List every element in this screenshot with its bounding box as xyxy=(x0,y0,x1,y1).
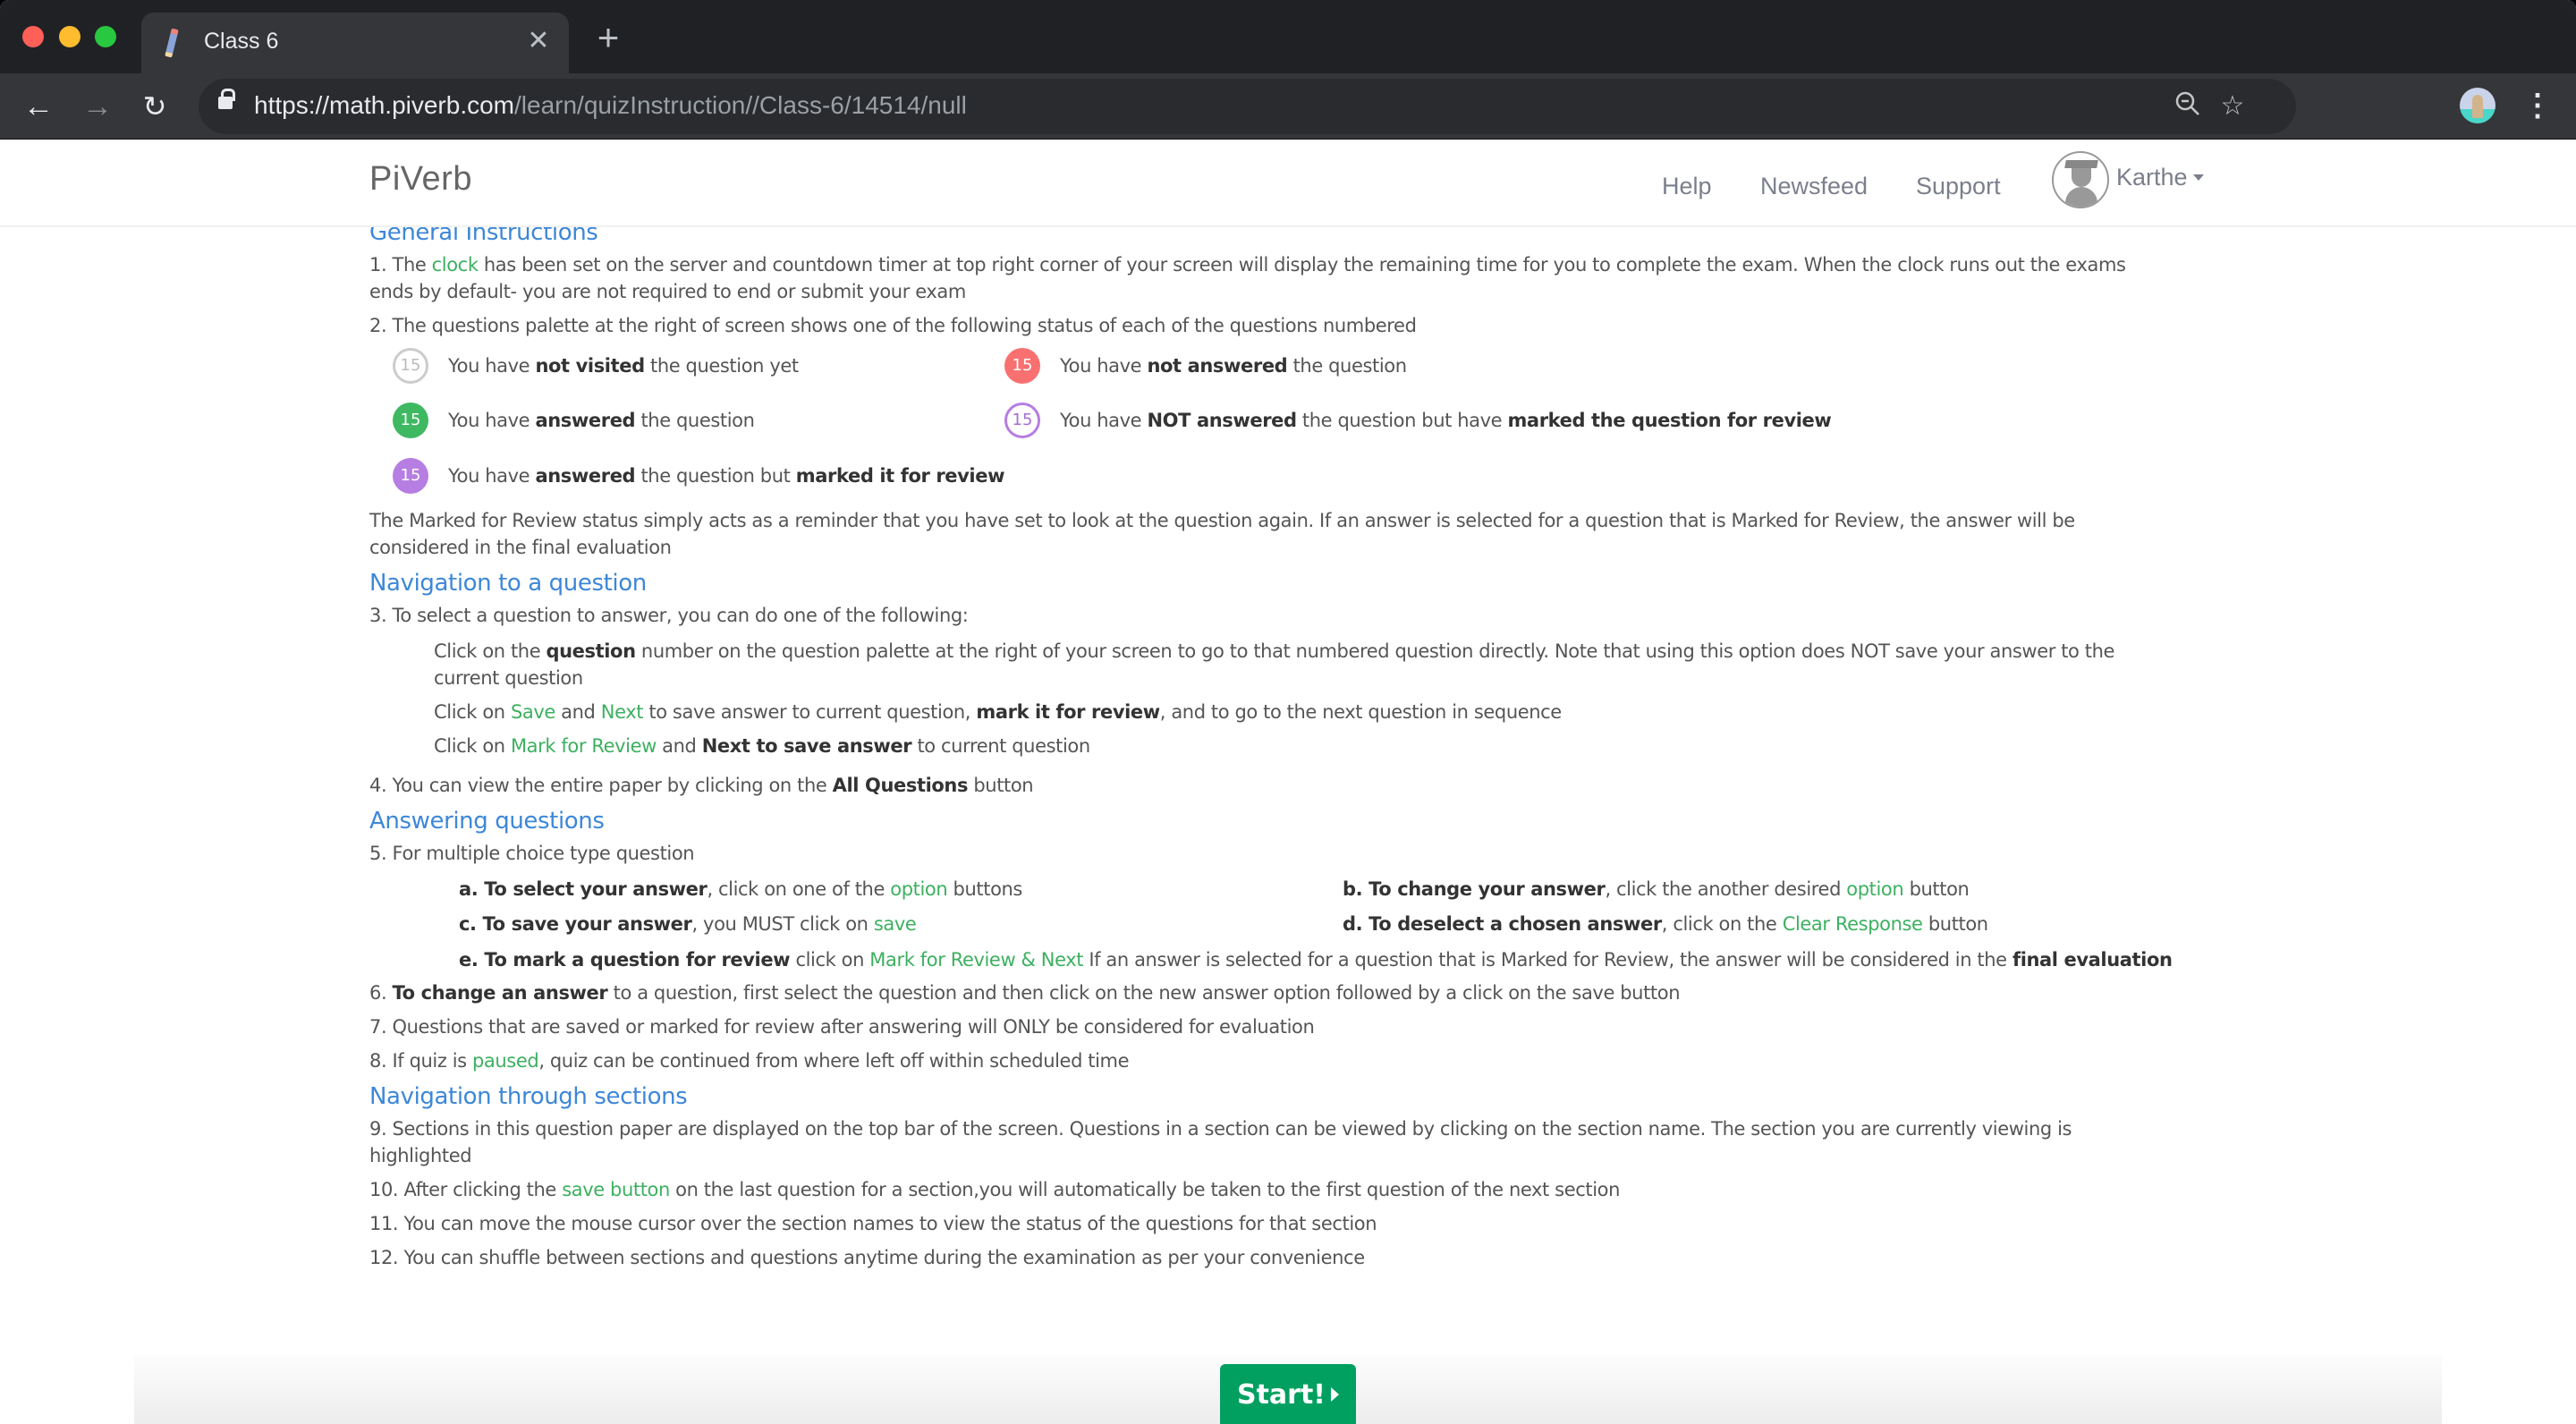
profile-avatar[interactable] xyxy=(2460,88,2496,123)
url-text[interactable]: https://math.piverb.com/learn/quizInstru… xyxy=(254,91,967,120)
site-header: PiVerb Help Newsfeed Support Karthe xyxy=(0,140,2576,227)
instruction-11: 11. You can move the mouse cursor over t… xyxy=(369,1213,1377,1234)
next-link[interactable]: Next xyxy=(601,701,644,723)
instruction-9: 9. Sections in this question paper are d… xyxy=(369,1118,2072,1166)
lock-icon[interactable] xyxy=(218,89,235,109)
caret-right-icon xyxy=(1331,1387,1339,1402)
page: PiVerb Help Newsfeed Support Karthe Gene… xyxy=(0,140,2576,1424)
instruction-5: 5. For multiple choice type question xyxy=(369,843,695,864)
instruction-5-options: a. To select your answer, click on one o… xyxy=(459,874,2173,979)
option-d: d. To deselect a chosen answer, click on… xyxy=(1343,913,1988,935)
legend-not-visited: 15 You have not visited the question yet xyxy=(393,346,799,386)
answered-badge: 15 xyxy=(393,403,428,438)
clock-link[interactable]: clock xyxy=(432,254,479,275)
legend-text: You have not answered the question xyxy=(1060,355,1407,377)
instruction-3-option-c: Click on Mark for Review and Next to sav… xyxy=(434,735,1090,757)
minimize-window-button[interactable] xyxy=(59,26,80,47)
instruction-4: 4. You can view the entire paper by clic… xyxy=(369,775,1034,796)
answered-marked-badge: 15 xyxy=(393,458,428,494)
pencil-icon xyxy=(165,28,179,58)
maximize-window-button[interactable] xyxy=(95,26,116,47)
caret-down-icon[interactable] xyxy=(2193,174,2204,181)
instruction-8: 8. If quiz is paused, quiz can be contin… xyxy=(369,1050,1130,1072)
save-button-link[interactable]: save button xyxy=(562,1179,670,1200)
instructions-content: General Instructions 1. The clock has be… xyxy=(369,217,2173,1278)
not-answered-badge: 15 xyxy=(1004,348,1040,384)
instruction-10: 10. After clicking the save button on th… xyxy=(369,1179,1620,1200)
tab-class-6[interactable]: Class 6 ✕ xyxy=(141,13,569,73)
option-b: b. To change your answer, click the anot… xyxy=(1343,878,1970,900)
instruction-3: 3. To select a question to answer, you c… xyxy=(369,605,969,626)
marked-not-answered-badge: 15 xyxy=(1004,403,1040,438)
avatar-body-shape xyxy=(2065,187,2097,207)
status-legend: 15 You have not visited the question yet… xyxy=(369,346,2158,498)
paused-link[interactable]: paused xyxy=(472,1050,539,1072)
text: has been set on the server and countdown… xyxy=(369,254,2126,302)
instruction-3-option-a: Click on the question number on the ques… xyxy=(434,640,2115,689)
mark-for-review-link[interactable]: Mark for Review xyxy=(511,735,657,757)
legend-text: You have answered the question but marke… xyxy=(448,465,1005,487)
tab-title: Class 6 xyxy=(204,29,279,54)
url-path: /learn/quizInstruction//Class-6/14514/nu… xyxy=(514,91,967,119)
reload-icon[interactable]: ↻ xyxy=(136,88,174,125)
option-c: c. To save your answer, you MUST click o… xyxy=(459,913,917,935)
instruction-7: 7. Questions that are saved or marked fo… xyxy=(369,1016,1315,1038)
zoom-out-icon[interactable] xyxy=(2171,89,2205,123)
option-a: a. To select your answer, click on one o… xyxy=(459,878,1022,900)
forward-icon[interactable]: → xyxy=(79,88,116,125)
nav-newsfeed[interactable]: Newsfeed xyxy=(1760,173,1868,200)
save-link[interactable]: Save xyxy=(511,701,555,723)
url-host: https://math.piverb.com xyxy=(254,91,515,119)
section-title-answering: Answering questions xyxy=(369,808,605,835)
new-tab-button[interactable]: + xyxy=(590,19,626,57)
section-title-navigation-question: Navigation to a question xyxy=(369,570,647,597)
close-window-button[interactable] xyxy=(22,26,44,47)
start-button[interactable]: Start! xyxy=(1220,1364,1356,1424)
legend-not-answered: 15 You have not answered the question xyxy=(1004,346,1407,386)
tab-strip: Class 6 ✕ + xyxy=(0,0,2576,73)
browser-menu-icon[interactable]: ⋮ xyxy=(2522,86,2553,125)
instruction-12: 12. You can shuffle between sections and… xyxy=(369,1247,1365,1268)
legend-marked-not-answered: 15 You have NOT answered the question bu… xyxy=(1004,401,1832,440)
brand-logo[interactable]: PiVerb xyxy=(369,160,472,199)
legend-text: You have NOT answered the question but h… xyxy=(1060,410,1832,431)
option-link[interactable]: option xyxy=(890,878,947,900)
instruction-1: 1. The clock has been set on the server … xyxy=(369,251,2158,305)
avatar-head-shape xyxy=(2072,165,2091,187)
option-e: e. To mark a question for review click o… xyxy=(459,949,2173,971)
legend-answered-marked: 15 You have answered the question but ma… xyxy=(393,456,1004,496)
back-icon[interactable]: ← xyxy=(20,88,57,125)
nav-support[interactable]: Support xyxy=(1916,173,2001,200)
address-bar[interactable]: https://math.piverb.com/learn/quizInstru… xyxy=(199,79,2296,134)
graduation-cap-icon xyxy=(2064,160,2098,168)
legend-text: You have answered the question xyxy=(448,410,755,431)
browser-window: Class 6 ✕ + ← → ↻ https://math.piverb.co… xyxy=(0,0,2576,1424)
legend-text: You have not visited the question yet xyxy=(448,355,799,377)
instruction-6: 6. To change an answer to a question, fi… xyxy=(369,982,1681,1004)
clear-response-link[interactable]: Clear Response xyxy=(1783,913,1923,935)
browser-toolbar: ← → ↻ https://math.piverb.com/learn/quiz… xyxy=(0,73,2576,140)
bookmark-star-icon[interactable]: ☆ xyxy=(2216,89,2250,123)
section-title-navigation-sections: Navigation through sections xyxy=(369,1083,688,1110)
not-visited-badge: 15 xyxy=(393,348,428,384)
review-note: The Marked for Review status simply acts… xyxy=(369,510,2075,558)
close-tab-icon[interactable]: ✕ xyxy=(521,23,556,59)
start-label: Start! xyxy=(1236,1379,1326,1411)
user-avatar[interactable] xyxy=(2052,151,2109,208)
user-menu[interactable]: Karthe xyxy=(2116,164,2188,191)
nav-help[interactable]: Help xyxy=(1662,173,1712,200)
legend-answered: 15 You have answered the question xyxy=(393,401,755,440)
text: 1. The xyxy=(369,254,432,275)
option-link[interactable]: option xyxy=(1846,878,1903,900)
save-link[interactable]: save xyxy=(874,913,917,935)
instruction-2: 2. The questions palette at the right of… xyxy=(369,315,1417,336)
instruction-3-option-b: Click on Save and Next to save answer to… xyxy=(434,701,1562,723)
mark-for-review-next-link[interactable]: Mark for Review & Next xyxy=(869,949,1083,971)
